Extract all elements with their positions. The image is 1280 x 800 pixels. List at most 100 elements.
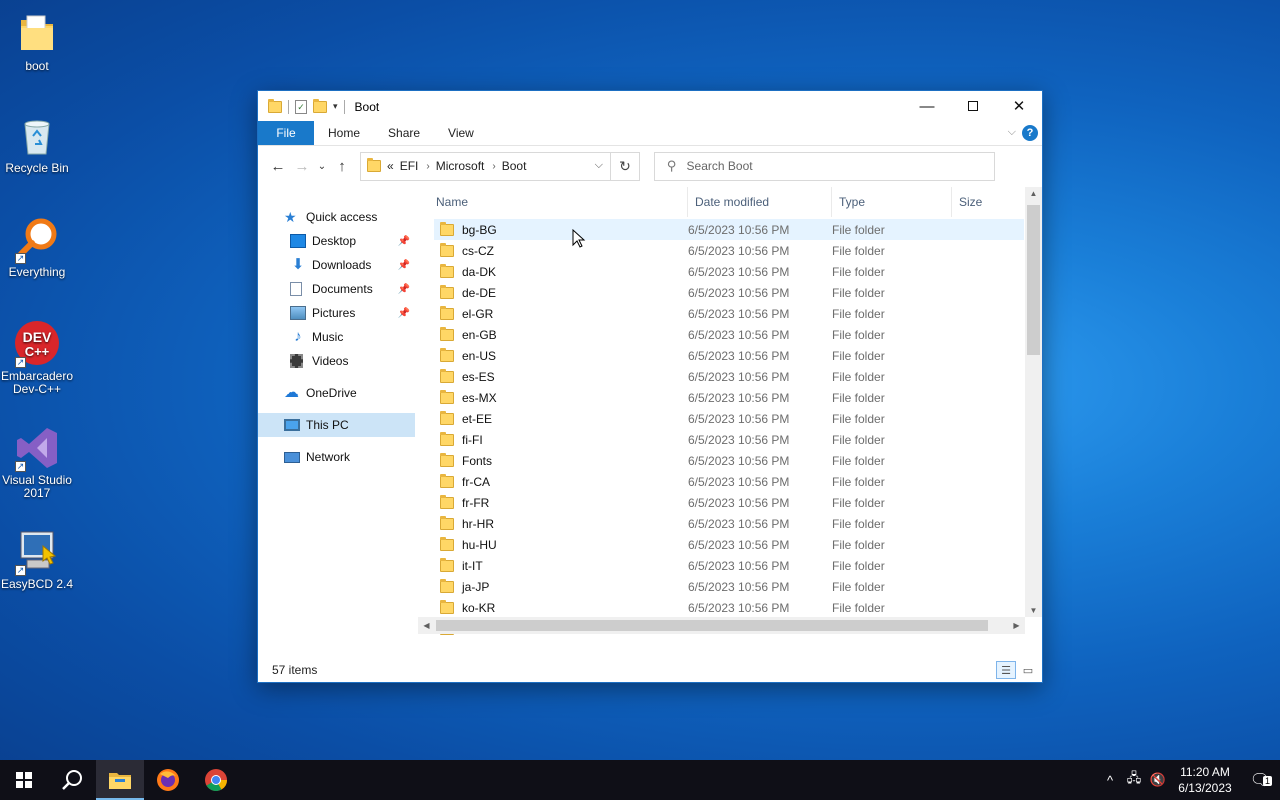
expand-ribbon-icon[interactable]: ⌵ — [1008, 126, 1016, 139]
minimize-icon: — — [919, 97, 935, 115]
file-row[interactable]: en-GB 6/5/2023 10:56 PM File folder — [434, 324, 1024, 345]
refresh-button[interactable]: ↻ — [610, 152, 639, 180]
tab-share[interactable]: Share — [374, 121, 434, 145]
desktop-icon-recycle-bin[interactable]: Recycle Bin — [0, 112, 74, 175]
shortcut-arrow-icon: ↗ — [15, 565, 26, 576]
scroll-down-icon[interactable]: ▼ — [1025, 606, 1042, 615]
network-status-icon[interactable]: 🖧 — [1122, 769, 1146, 791]
column-name[interactable]: Name — [418, 187, 688, 217]
taskbar-search-button[interactable] — [48, 760, 96, 800]
file-row[interactable]: fi-FI 6/5/2023 10:56 PM File folder — [434, 429, 1024, 450]
scroll-right-icon[interactable]: ▶ — [1008, 617, 1025, 634]
file-type: File folder — [832, 558, 885, 573]
file-row[interactable]: es-ES 6/5/2023 10:56 PM File folder — [434, 366, 1024, 387]
minimize-button[interactable]: — — [904, 91, 950, 121]
horizontal-scrollbar[interactable]: ◀ ▶ — [418, 617, 1025, 634]
breadcrumb-efi[interactable]: EFI — [400, 159, 419, 173]
action-center-button[interactable]: 🗨 1 — [1240, 770, 1280, 790]
close-button[interactable]: ✕ — [996, 91, 1042, 121]
breadcrumb-separator-icon[interactable]: › — [492, 161, 495, 172]
file-row[interactable]: el-GR 6/5/2023 10:56 PM File folder — [434, 303, 1024, 324]
help-button[interactable]: ? — [1022, 125, 1038, 141]
file-row[interactable]: it-IT 6/5/2023 10:56 PM File folder — [434, 555, 1024, 576]
nav-music[interactable]: ♪ Music — [258, 325, 418, 349]
customize-qat-icon[interactable]: ▾ — [333, 101, 338, 112]
new-folder-icon[interactable] — [313, 98, 327, 113]
desktop-icon-easybcd[interactable]: ↗ EasyBCD 2.4 — [0, 528, 74, 591]
column-type[interactable]: Type — [832, 187, 952, 217]
nav-documents[interactable]: Documents 📌 — [258, 277, 418, 301]
system-tray: ^ 🖧 🔇 11:20 AM 6/13/2023 🗨 1 — [1098, 760, 1280, 800]
nav-desktop[interactable]: Desktop 📌 — [258, 229, 418, 253]
file-row[interactable]: bg-BG 6/5/2023 10:56 PM File folder — [434, 219, 1024, 240]
file-row[interactable]: da-DK 6/5/2023 10:56 PM File folder — [434, 261, 1024, 282]
desktop-icon-boot[interactable]: boot — [0, 10, 74, 73]
folder-icon — [440, 473, 454, 488]
breadcrumb-microsoft[interactable]: Microsoft — [436, 159, 485, 173]
clock[interactable]: 11:20 AM 6/13/2023 — [1170, 764, 1240, 796]
tab-file[interactable]: File — [258, 121, 314, 145]
vertical-scroll-thumb[interactable] — [1027, 205, 1040, 355]
pin-icon: 📌 — [397, 235, 410, 247]
start-button[interactable] — [0, 760, 48, 800]
properties-icon[interactable]: ✓ — [295, 99, 307, 114]
item-count: 57 items — [272, 662, 318, 677]
taskbar-firefox[interactable] — [144, 760, 192, 800]
nav-onedrive[interactable]: ☁ OneDrive — [258, 381, 418, 405]
nav-quick-access[interactable]: ★ Quick access — [258, 205, 418, 229]
nav-this-pc[interactable]: This PC — [258, 413, 415, 437]
address-bar[interactable]: « EFI › Microsoft › Boot ⌵ ↻ — [360, 151, 640, 181]
show-hidden-icons-button[interactable]: ^ — [1098, 773, 1122, 788]
search-box[interactable]: ⚲ Search Boot — [654, 151, 995, 181]
nav-videos[interactable]: Videos — [258, 349, 418, 373]
details-view-button[interactable]: ☰ — [996, 661, 1016, 679]
file-name-cell: es-MX — [434, 389, 688, 405]
title-bar[interactable]: ✓ ▾ Boot — ✕ — [258, 91, 1042, 122]
desktop-icon-visual-studio[interactable]: ↗ Visual Studio 2017 — [0, 424, 74, 500]
folder-icon — [440, 368, 454, 383]
desktop-icon-everything[interactable]: ↗ Everything — [0, 216, 74, 279]
desktop-icon-label: Embarcadero Dev-C++ — [0, 369, 74, 396]
file-row[interactable]: fr-FR 6/5/2023 10:56 PM File folder — [434, 492, 1024, 513]
forward-button[interactable]: → — [290, 154, 314, 178]
file-row[interactable]: cs-CZ 6/5/2023 10:56 PM File folder — [434, 240, 1024, 261]
file-row[interactable]: en-US 6/5/2023 10:56 PM File folder — [434, 345, 1024, 366]
maximize-button[interactable] — [950, 91, 996, 121]
file-name: fr-FR — [462, 495, 490, 510]
file-row[interactable]: fr-CA 6/5/2023 10:56 PM File folder — [434, 471, 1024, 492]
tab-home[interactable]: Home — [314, 121, 374, 145]
file-row[interactable]: es-MX 6/5/2023 10:56 PM File folder — [434, 387, 1024, 408]
folder-icon — [440, 515, 454, 530]
desktop-icon — [290, 234, 306, 248]
file-name: da-DK — [462, 264, 497, 279]
file-row[interactable]: hr-HR 6/5/2023 10:56 PM File folder — [434, 513, 1024, 534]
scroll-up-icon[interactable]: ▲ — [1025, 189, 1042, 198]
back-button[interactable]: ← — [266, 154, 290, 178]
desktop-icon-devcpp[interactable]: DEV C++ ↗ Embarcadero Dev-C++ — [0, 320, 74, 396]
file-row[interactable]: et-EE 6/5/2023 10:56 PM File folder — [434, 408, 1024, 429]
nav-downloads[interactable]: ⬇ Downloads 📌 — [258, 253, 418, 277]
taskbar-file-explorer[interactable] — [96, 760, 144, 800]
horizontal-scroll-thumb[interactable] — [436, 620, 988, 631]
file-row[interactable]: hu-HU 6/5/2023 10:56 PM File folder — [434, 534, 1024, 555]
file-row[interactable]: ja-JP 6/5/2023 10:56 PM File folder — [434, 576, 1024, 597]
breadcrumb-separator-icon[interactable]: › — [426, 161, 429, 172]
breadcrumb-boot[interactable]: Boot — [502, 159, 527, 173]
file-row[interactable]: Fonts 6/5/2023 10:56 PM File folder — [434, 450, 1024, 471]
up-button[interactable]: ↑ — [330, 154, 354, 178]
scroll-left-icon[interactable]: ◀ — [418, 617, 435, 634]
taskbar-chrome[interactable] — [192, 760, 240, 800]
nav-pictures[interactable]: Pictures 📌 — [258, 301, 418, 325]
file-row[interactable]: de-DE 6/5/2023 10:56 PM File folder — [434, 282, 1024, 303]
vertical-scrollbar[interactable]: ▲ ▼ — [1025, 187, 1042, 617]
column-date-modified[interactable]: Date modified — [688, 187, 832, 217]
file-row[interactable]: ko-KR 6/5/2023 10:56 PM File folder — [434, 597, 1024, 618]
breadcrumb-overflow[interactable]: « — [387, 159, 394, 173]
column-size[interactable]: Size — [952, 187, 1022, 217]
recent-locations-button[interactable]: ⌄ — [314, 154, 330, 178]
large-icons-view-button[interactable]: ▭ — [1018, 661, 1038, 679]
volume-muted-icon[interactable]: 🔇 — [1146, 772, 1170, 788]
nav-network[interactable]: Network — [258, 445, 418, 469]
tab-view[interactable]: View — [434, 121, 488, 145]
address-dropdown-icon[interactable]: ⌵ — [595, 159, 603, 172]
